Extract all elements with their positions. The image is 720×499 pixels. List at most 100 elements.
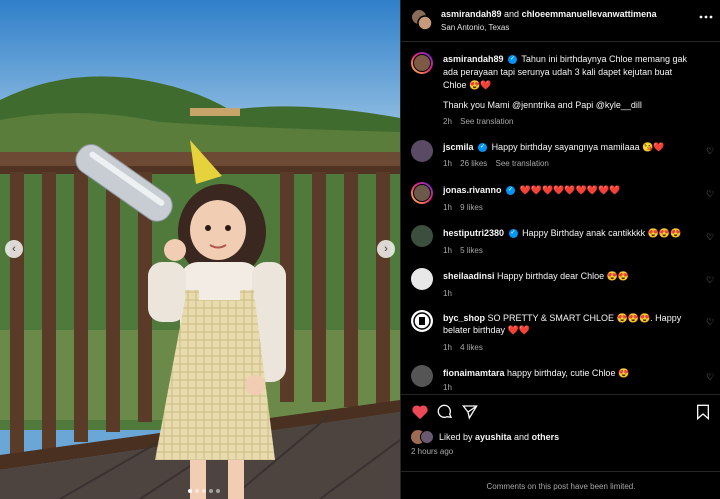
comments-limited-notice: Comments on this post have been limited. bbox=[486, 482, 636, 491]
comment-like-button[interactable]: ♡ bbox=[706, 146, 714, 157]
comment-time: 1h bbox=[443, 203, 452, 212]
comment-like-button[interactable]: ♡ bbox=[706, 232, 714, 243]
chevron-right-icon: › bbox=[384, 243, 388, 255]
comment-icon bbox=[437, 404, 453, 419]
comment-item: jscmila ✓ Happy birthday sayangnya mamil… bbox=[443, 141, 665, 154]
comment-like-button[interactable]: ♡ bbox=[706, 317, 714, 328]
comment-username[interactable]: byc_shop bbox=[443, 313, 485, 323]
see-translation-link[interactable]: See translation bbox=[460, 117, 513, 126]
comment-text-continued: belater birthday ❤️❤️ bbox=[443, 325, 530, 335]
liked-by-label: Liked by bbox=[439, 432, 476, 442]
comment-like-button[interactable]: ♡ bbox=[706, 275, 714, 286]
avatar[interactable] bbox=[411, 182, 433, 204]
comment-meta: 1h 26 likes See translation bbox=[443, 157, 549, 170]
caption-line-4: Thank you Mami @jenntrika and Papi @kyle… bbox=[443, 100, 642, 110]
save-button[interactable] bbox=[696, 404, 710, 422]
chevron-left-icon: ‹ bbox=[12, 243, 16, 255]
comment-text: happy birthday, cutie Chloe 😍 bbox=[507, 368, 630, 378]
comments-footer: Comments on this post have been limited. bbox=[401, 471, 720, 499]
avatar[interactable] bbox=[411, 365, 433, 387]
liked-by-others[interactable]: others bbox=[532, 432, 560, 442]
caption-username[interactable]: asmirandah89 bbox=[443, 54, 504, 64]
verified-badge-icon: ✓ bbox=[508, 55, 518, 65]
author-username[interactable]: asmirandah89 bbox=[441, 9, 502, 19]
collab-username[interactable]: chloeemmanuellevanwattimena bbox=[522, 9, 657, 19]
comment-text: ❤️❤️❤️❤️❤️❤️❤️❤️❤️ bbox=[519, 185, 621, 195]
share-button[interactable] bbox=[461, 404, 478, 422]
comment-username[interactable]: fionaimamtara bbox=[443, 368, 505, 378]
liked-by-summary[interactable]: Liked by ayushita and others bbox=[439, 431, 559, 444]
verified-badge-icon: ✓ bbox=[478, 143, 488, 153]
caption-text: Tahun ini birthdaynya Chloe memang gak bbox=[521, 54, 687, 64]
like-button[interactable] bbox=[411, 404, 429, 422]
caption-line-3: Chloe 😍❤️ bbox=[443, 80, 492, 90]
collab-avatar-icon bbox=[412, 10, 433, 31]
heart-filled-icon bbox=[412, 405, 428, 420]
comment-meta: 1h bbox=[443, 381, 452, 394]
caption-line-1: asmirandah89 ✓ Tahun ini birthdaynya Chl… bbox=[443, 53, 687, 66]
heart-outline-icon: ♡ bbox=[706, 189, 715, 199]
comment-likes[interactable]: 4 likes bbox=[460, 343, 483, 352]
caption-time: 2h bbox=[443, 117, 452, 126]
caption-avatar[interactable] bbox=[411, 52, 433, 74]
see-translation-link[interactable]: See translation bbox=[496, 159, 549, 168]
heart-outline-icon: ♡ bbox=[706, 372, 715, 382]
comment-meta: 1h 9 likes bbox=[443, 201, 483, 214]
comment-likes[interactable]: 9 likes bbox=[460, 203, 483, 212]
comment-meta: 1h 5 likes bbox=[443, 244, 483, 257]
post-photo-illustration bbox=[0, 0, 400, 499]
comment-username[interactable]: sheilaadinsi bbox=[443, 271, 495, 281]
comment-username[interactable]: hestiputri2380 bbox=[443, 228, 504, 238]
carousel-prev-button[interactable]: ‹ bbox=[5, 240, 23, 258]
heart-outline-icon: ♡ bbox=[706, 232, 715, 242]
avatar[interactable] bbox=[411, 310, 433, 332]
post-location[interactable]: San Antonio, Texas bbox=[441, 21, 509, 34]
comment-text: Happy Birthday anak cantikkkk 😍😍😍 bbox=[522, 228, 682, 238]
carousel-dot bbox=[202, 489, 206, 493]
comment-text: SO PRETTY & SMART CHLOE 😍😍😍. Happy bbox=[487, 313, 682, 323]
comments-panel: asmirandah89 and chloeemmanuellevanwatti… bbox=[400, 0, 720, 499]
verified-badge-icon: ✓ bbox=[506, 186, 516, 196]
carousel-dot bbox=[216, 489, 220, 493]
comment-like-button[interactable]: ♡ bbox=[706, 372, 714, 383]
comment-time: 1h bbox=[443, 246, 452, 255]
avatar bbox=[413, 54, 431, 72]
comment-item: hestiputri2380 ✓ Happy Birthday anak can… bbox=[443, 227, 681, 240]
post-photo[interactable]: ‹ › bbox=[0, 0, 400, 499]
comment-item: sheilaadinsi Happy birthday dear Chloe 😍… bbox=[443, 270, 629, 283]
comment-username[interactable]: jscmila bbox=[443, 142, 474, 152]
carousel-next-button[interactable]: › bbox=[377, 240, 395, 258]
comment-text: Happy birthday sayangnya mamilaaa 😘❤️ bbox=[491, 142, 665, 152]
send-icon bbox=[461, 405, 478, 420]
comment-button[interactable] bbox=[437, 404, 453, 422]
comment-like-button[interactable]: ♡ bbox=[706, 189, 714, 200]
carousel-dot bbox=[209, 489, 213, 493]
avatar-image bbox=[413, 184, 431, 202]
more-options-button[interactable] bbox=[699, 10, 713, 26]
liker-avatar[interactable] bbox=[420, 430, 434, 444]
heart-outline-icon: ♡ bbox=[706, 146, 715, 156]
comment-likes[interactable]: 26 likes bbox=[460, 159, 487, 168]
verified-badge-icon: ✓ bbox=[508, 229, 518, 239]
avatar[interactable] bbox=[411, 225, 433, 247]
comment-meta: 1h 4 likes bbox=[443, 341, 483, 354]
comment-time: 1h bbox=[443, 383, 452, 392]
bookmark-icon bbox=[697, 404, 709, 421]
comment-username[interactable]: jonas.rivanno bbox=[443, 185, 502, 195]
shop-logo-icon bbox=[413, 312, 431, 330]
avatar[interactable] bbox=[411, 140, 433, 162]
comment-time: 1h bbox=[443, 289, 452, 298]
comment-item: jonas.rivanno ✓ ❤️❤️❤️❤️❤️❤️❤️❤️❤️ bbox=[443, 184, 620, 197]
post-header: asmirandah89 and chloeemmanuellevanwatti… bbox=[401, 0, 720, 42]
more-icon bbox=[699, 15, 713, 19]
comment-time: 1h bbox=[443, 343, 452, 352]
carousel-dot bbox=[188, 489, 192, 493]
comment-likes[interactable]: 5 likes bbox=[460, 246, 483, 255]
caption-line-2: ada perayaan tapi serunya udah 3 kali da… bbox=[443, 67, 673, 77]
post-authors: asmirandah89 and chloeemmanuellevanwatti… bbox=[441, 8, 657, 21]
avatar[interactable] bbox=[411, 268, 433, 290]
collab-avatar[interactable] bbox=[411, 9, 433, 31]
liked-by-user[interactable]: ayushita bbox=[475, 432, 512, 442]
comment-item: fionaimamtara happy birthday, cutie Chlo… bbox=[443, 367, 629, 380]
post-timestamp: 2 hours ago bbox=[411, 447, 454, 456]
